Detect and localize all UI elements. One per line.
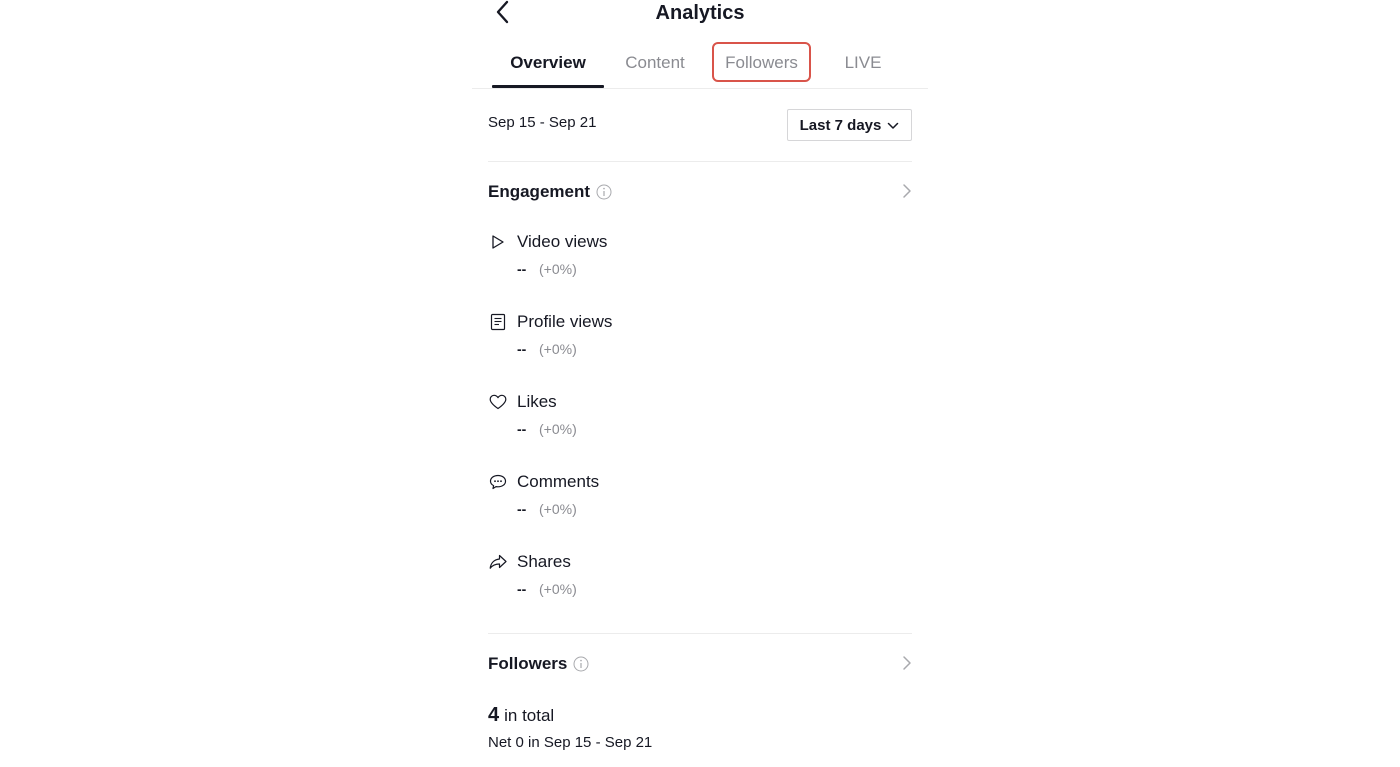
chevron-right-icon bbox=[902, 183, 912, 204]
metric-label: Video views bbox=[517, 232, 608, 251]
page-title: Analytics bbox=[655, 2, 745, 24]
metric-value: -- bbox=[517, 341, 527, 357]
metric-change: (+0%) bbox=[539, 501, 577, 517]
tab-followers[interactable]: Followers bbox=[712, 40, 811, 86]
tab-overview[interactable]: Overview bbox=[492, 40, 604, 86]
metric-value: -- bbox=[517, 501, 527, 517]
chevron-right-icon bbox=[902, 655, 912, 676]
date-range: Sep 15 - Sep 21 bbox=[488, 114, 597, 131]
chevron-down-icon bbox=[887, 117, 899, 134]
period-select[interactable]: Last 7 days bbox=[787, 109, 912, 141]
metric-value: -- bbox=[517, 421, 527, 437]
metric-video-views: Video views -- (+0%) bbox=[488, 230, 912, 286]
metric-label: Shares bbox=[517, 552, 571, 571]
divider bbox=[488, 633, 912, 634]
metric-profile-views: Profile views -- (+0%) bbox=[488, 310, 912, 366]
metric-comments: Comments -- (+0%) bbox=[488, 470, 912, 526]
info-icon[interactable] bbox=[573, 656, 589, 672]
followers-header[interactable]: Followers bbox=[488, 651, 912, 677]
followers-total-suffix: in total bbox=[504, 706, 555, 725]
period-select-label: Last 7 days bbox=[799, 116, 882, 134]
tab-live[interactable]: LIVE bbox=[832, 40, 894, 86]
active-tab-indicator bbox=[492, 85, 604, 88]
metric-likes: Likes -- (+0%) bbox=[488, 390, 912, 446]
metric-change: (+0%) bbox=[539, 261, 577, 277]
metric-value: -- bbox=[517, 261, 527, 277]
metric-change: (+0%) bbox=[539, 341, 577, 357]
followers-total: 4 in total bbox=[488, 704, 554, 727]
metric-label: Comments bbox=[517, 472, 600, 491]
metric-value: -- bbox=[517, 581, 527, 597]
metric-shares: Shares -- (+0%) bbox=[488, 550, 912, 606]
engagement-title: Engagement bbox=[488, 182, 591, 201]
followers-net: Net 0 in Sep 15 - Sep 21 bbox=[488, 734, 653, 751]
metric-label: Likes bbox=[517, 392, 557, 411]
metric-change: (+0%) bbox=[539, 581, 577, 597]
info-icon[interactable] bbox=[596, 184, 612, 200]
share-icon bbox=[488, 552, 508, 572]
engagement-header[interactable]: Engagement bbox=[488, 179, 912, 205]
chevron-left-icon bbox=[495, 0, 511, 29]
tab-bar: Overview Content Followers LIVE bbox=[472, 40, 928, 89]
metric-label: Profile views bbox=[517, 312, 613, 331]
followers-count: 4 bbox=[488, 704, 500, 726]
divider bbox=[488, 161, 912, 162]
tab-content[interactable]: Content bbox=[612, 40, 698, 86]
profile-doc-icon bbox=[488, 312, 508, 332]
comment-icon bbox=[488, 472, 508, 492]
back-button[interactable] bbox=[488, 0, 518, 28]
play-icon bbox=[488, 232, 508, 252]
analytics-screen: Analytics Overview Content Followers LIV… bbox=[472, 0, 928, 767]
followers-title: Followers bbox=[488, 654, 568, 673]
metric-change: (+0%) bbox=[539, 421, 577, 437]
heart-icon bbox=[488, 392, 508, 412]
